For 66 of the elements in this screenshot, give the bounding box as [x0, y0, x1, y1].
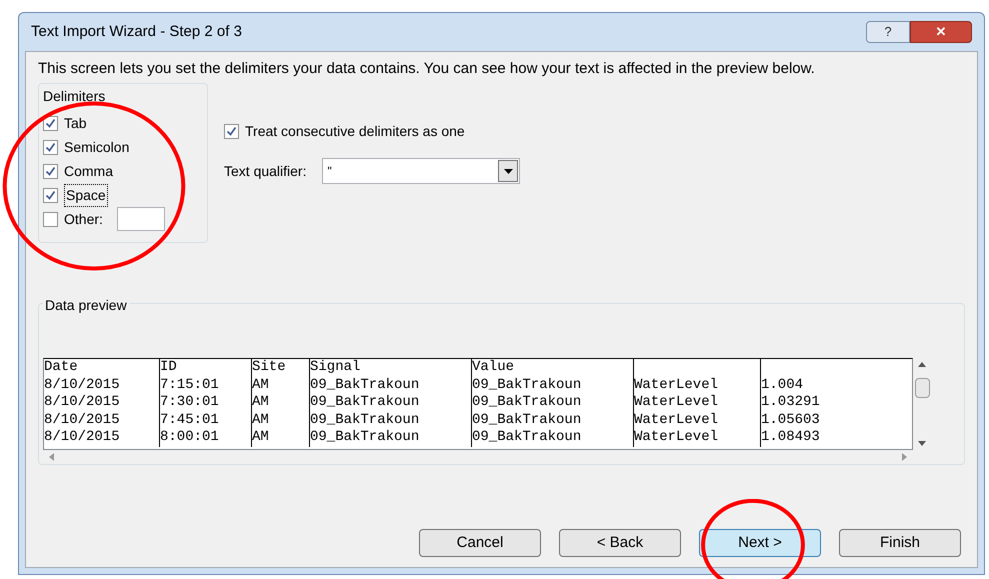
table-cell: ID: [160, 359, 177, 375]
table-cell: 8/10/2015: [44, 412, 120, 428]
window-title: Text Import Wizard - Step 2 of 3: [31, 22, 242, 42]
table-cell: Value: [472, 359, 514, 375]
field-label: Text qualifier:: [224, 162, 306, 181]
table-cell: AM: [252, 429, 269, 445]
wizard-button[interactable]: Finish: [839, 529, 961, 557]
checkbox-label: Other:: [64, 210, 103, 228]
checkbox[interactable]: [43, 188, 58, 202]
scroll-down-icon[interactable]: [918, 441, 926, 446]
checkbox[interactable]: [224, 124, 239, 139]
wizard-button[interactable]: < Back: [559, 529, 681, 557]
table-cell: 7:45:01: [160, 412, 219, 428]
close-button[interactable]: ✕: [910, 21, 972, 43]
scroll-thumb[interactable]: [915, 378, 930, 398]
table-cell: AM: [252, 376, 269, 392]
table-cell: 8/10/2015: [44, 376, 120, 392]
table-cell: 8/10/2015: [44, 394, 120, 410]
check-icon: [45, 166, 56, 176]
check-icon: [45, 118, 56, 128]
checkbox-label: Comma: [64, 162, 114, 180]
table-cell: 09_BakTrakoun: [310, 429, 420, 445]
table-cell: Site: [252, 359, 286, 375]
checkbox[interactable]: [43, 140, 58, 154]
wizard-button[interactable]: Next >: [699, 529, 821, 557]
wizard-button[interactable]: Cancel: [419, 529, 541, 557]
table-cell: 1.03291: [761, 394, 820, 410]
table-cell: Signal: [310, 359, 360, 375]
table-cell: 09_BakTrakoun: [472, 412, 582, 428]
table-cell: WaterLevel: [634, 429, 718, 445]
table-cell: 09_BakTrakoun: [310, 394, 420, 410]
help-button[interactable]: ?: [866, 21, 910, 43]
scroll-up-icon[interactable]: [918, 362, 926, 367]
checkbox[interactable]: [43, 164, 58, 178]
qualifier-dropdown[interactable]: ": [322, 158, 520, 184]
table-cell: 7:15:01: [160, 376, 219, 392]
table-cell: WaterLevel: [634, 394, 718, 410]
table-cell: 7:30:01: [160, 394, 219, 410]
group-title: Delimiters: [43, 87, 106, 106]
table-cell: 8/10/2015: [44, 429, 120, 445]
check-icon: [45, 142, 56, 152]
table-cell: Date: [44, 359, 78, 375]
check-icon: [45, 190, 56, 200]
dropdown-arrow-icon: [504, 168, 513, 174]
table-cell: WaterLevel: [634, 412, 718, 428]
table-cell: 1.05603: [761, 412, 820, 428]
check-icon: [226, 126, 237, 137]
checkbox[interactable]: [43, 212, 58, 226]
table-cell: 1.004: [761, 376, 804, 392]
checkbox-label: Semicolon: [64, 138, 130, 156]
table-cell: AM: [252, 394, 269, 410]
instruction-text: This screen lets you set the delimiters your data contains. You can see how your text is affected in the preview below.: [38, 60, 816, 77]
table-cell: 09_BakTrakoun: [310, 412, 420, 428]
table-cell: 09_BakTrakoun: [310, 376, 420, 392]
table-cell: WaterLevel: [634, 376, 718, 392]
table-cell: AM: [252, 412, 269, 428]
checkbox-label: Treat consecutive delimiters as one: [245, 122, 465, 141]
table-cell: 1.08493: [761, 429, 820, 445]
checkbox-label: Space: [64, 184, 108, 206]
dropdown-value: ": [326, 163, 333, 180]
checkbox-label: Tab: [64, 114, 87, 132]
table-cell: 09_BakTrakoun: [472, 429, 582, 445]
table-cell: 09_BakTrakoun: [472, 376, 582, 392]
table-cell: 09_BakTrakoun: [472, 394, 582, 410]
table-cell: 8:00:01: [160, 429, 219, 445]
other-field[interactable]: [116, 207, 165, 231]
